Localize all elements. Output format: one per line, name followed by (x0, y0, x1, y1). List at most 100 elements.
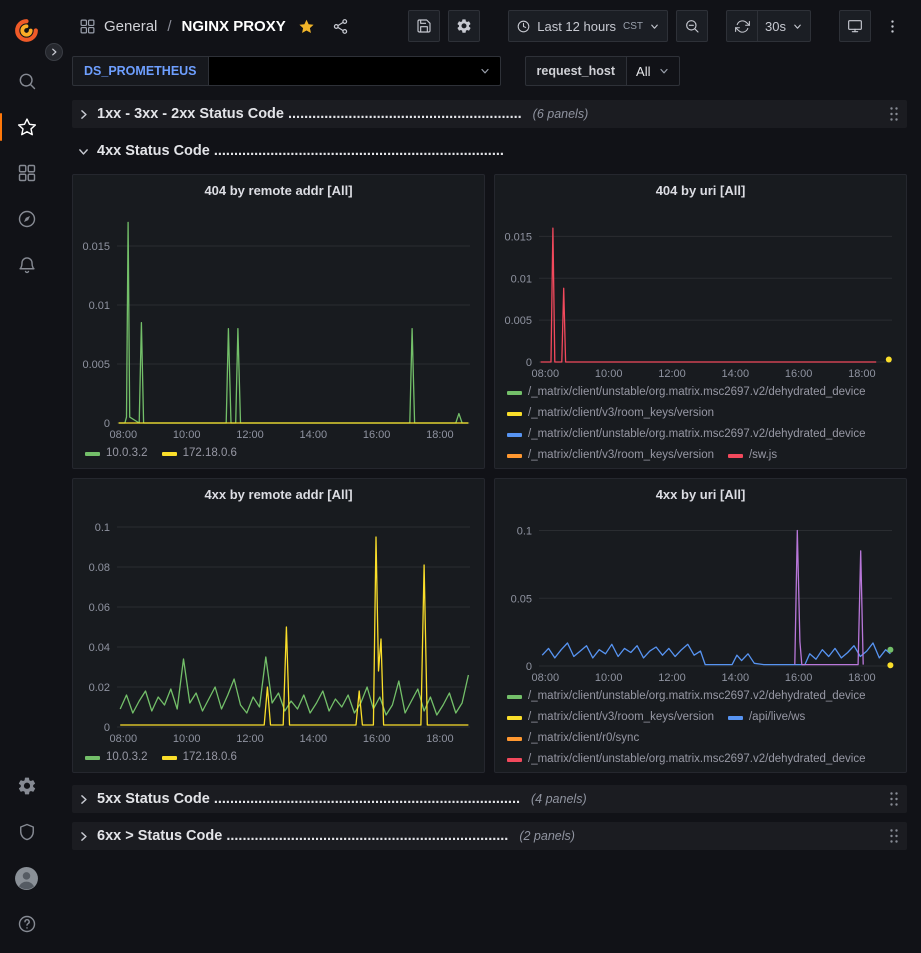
chevron-right-icon (77, 108, 90, 121)
sidebar-item-explore[interactable] (0, 196, 53, 242)
row-title: 1xx - 3xx - 2xx Status Code ............… (97, 106, 522, 122)
row-drag-handle[interactable] (889, 106, 899, 122)
panel-title[interactable]: 404 by remote addr [All] (73, 175, 484, 205)
sidebar-item-alerting[interactable] (0, 242, 53, 288)
legend-item[interactable]: /_matrix/client/v3/room_keys/version (507, 709, 714, 726)
legend-item[interactable]: 172.18.0.6 (162, 749, 237, 766)
sidebar-item-server-admin[interactable] (0, 809, 53, 855)
clock-icon (516, 19, 531, 34)
row-drag-handle[interactable] (889, 828, 899, 844)
legend-label: /_matrix/client/v3/room_keys/version (528, 405, 714, 422)
row-5xx-status-code[interactable]: 5xx Status Code ........................… (72, 785, 907, 813)
sidebar-item-configuration[interactable] (0, 763, 53, 809)
legend-label: /api/live/ws (749, 709, 805, 726)
svg-text:0.01: 0.01 (511, 273, 532, 285)
panel-title[interactable]: 4xx by remote addr [All] (73, 479, 484, 509)
save-dashboard-button[interactable] (408, 10, 440, 42)
legend-label: /_matrix/client/r0/sync (528, 730, 639, 747)
legend-label: /_matrix/client/unstable/org.matrix.msc2… (528, 751, 866, 768)
datasource-select[interactable] (209, 56, 501, 86)
legend-item[interactable]: 10.0.3.2 (85, 749, 148, 766)
svg-text:08:00: 08:00 (532, 368, 560, 380)
legend-item[interactable]: /_matrix/client/unstable/org.matrix.msc2… (507, 688, 866, 705)
grafana-logo-icon (13, 17, 40, 44)
chevron-down-icon (479, 65, 491, 77)
kebab-menu-icon (884, 18, 901, 35)
legend-item[interactable]: /sw.js (728, 447, 777, 464)
share-icon (332, 18, 349, 35)
svg-text:0.005: 0.005 (504, 315, 532, 327)
refresh-interval-label: 30s (765, 19, 786, 34)
svg-text:10:00: 10:00 (173, 733, 201, 745)
panel-chart[interactable]: 00.0050.010.01508:0010:0012:0014:0016:00… (495, 205, 906, 382)
search-icon (17, 71, 37, 91)
refresh-icon (735, 19, 750, 34)
request-host-select[interactable]: All (627, 56, 680, 86)
timeseries-plot: 00.0050.010.01508:0010:0012:0014:0016:00… (73, 205, 484, 443)
svg-text:14:00: 14:00 (722, 368, 750, 380)
cycle-view-button[interactable] (839, 10, 871, 42)
breadcrumb-folder[interactable]: General (104, 18, 157, 35)
row-4xx-status-code[interactable]: 4xx Status Code ........................… (72, 137, 907, 165)
legend-color-dash (507, 391, 522, 395)
legend-label: /_matrix/client/unstable/org.matrix.msc2… (528, 688, 866, 705)
share-button[interactable] (328, 10, 354, 42)
svg-text:18:00: 18:00 (426, 733, 454, 745)
legend-item[interactable]: 10.0.3.2 (85, 445, 148, 462)
breadcrumb-separator: / (165, 18, 173, 35)
refresh-button[interactable] (726, 10, 758, 42)
svg-text:16:00: 16:00 (785, 368, 813, 380)
svg-text:16:00: 16:00 (785, 672, 813, 684)
legend-item[interactable]: 172.18.0.6 (162, 445, 237, 462)
time-range-picker[interactable]: Last 12 hours CST (508, 10, 668, 42)
breadcrumb-title: NGINX PROXY (182, 18, 286, 35)
svg-text:0.015: 0.015 (504, 231, 532, 243)
time-range-label: Last 12 hours (537, 19, 616, 34)
sidebar-item-search[interactable] (0, 58, 53, 104)
kebab-menu-button[interactable] (879, 10, 905, 42)
legend-color-dash (85, 452, 100, 456)
panel-title[interactable]: 4xx by uri [All] (495, 479, 906, 509)
shield-icon (17, 822, 37, 842)
row-drag-handle[interactable] (889, 791, 899, 807)
svg-text:0.01: 0.01 (89, 300, 110, 312)
svg-text:16:00: 16:00 (363, 733, 391, 745)
zoom-out-button[interactable] (676, 10, 708, 42)
legend-label: /_matrix/client/unstable/org.matrix.msc2… (528, 426, 866, 443)
legend-item[interactable]: /_matrix/client/v3/room_keys/version (507, 447, 714, 464)
variable-datasource: DS_PROMETHEUS (72, 56, 501, 86)
legend-item[interactable]: /_matrix/client/r0/sync (507, 730, 639, 747)
compass-icon (17, 209, 37, 229)
request-host-selected-value: All (636, 64, 650, 79)
svg-text:08:00: 08:00 (532, 672, 560, 684)
refresh-interval-picker[interactable]: 30s (758, 10, 811, 42)
panel-chart[interactable]: 00.0050.010.01508:0010:0012:0014:0016:00… (73, 205, 484, 443)
sidebar-item-help[interactable] (0, 901, 53, 947)
sidebar-item-profile[interactable] (0, 855, 53, 901)
legend-item[interactable]: /_matrix/client/unstable/org.matrix.msc2… (507, 751, 866, 768)
row-1xx-3xx-2xx-status-code[interactable]: 1xx - 3xx - 2xx Status Code ............… (72, 100, 907, 128)
favorite-star-button[interactable] (294, 10, 320, 42)
svg-text:0.1: 0.1 (95, 522, 110, 534)
legend-item[interactable]: /_matrix/client/v3/room_keys/version (507, 405, 714, 422)
svg-text:10:00: 10:00 (595, 672, 623, 684)
svg-text:08:00: 08:00 (110, 733, 138, 745)
legend-color-dash (507, 433, 522, 437)
legend-item[interactable]: /_matrix/client/unstable/org.matrix.msc2… (507, 384, 866, 401)
topbar: General / NGINX PROXY (53, 0, 921, 52)
panel-chart[interactable]: 00.020.040.060.080.108:0010:0012:0014:00… (73, 509, 484, 747)
svg-text:14:00: 14:00 (300, 429, 328, 441)
legend-item[interactable]: /_matrix/client/unstable/org.matrix.msc2… (507, 426, 866, 443)
grafana-logo[interactable] (0, 10, 53, 50)
row-6xx-status-code[interactable]: 6xx > Status Code ......................… (72, 822, 907, 850)
dashboard-settings-button[interactable] (448, 10, 480, 42)
zoom-out-icon (684, 18, 700, 34)
legend-label: 172.18.0.6 (183, 749, 237, 766)
sidebar-expand-button[interactable] (45, 43, 63, 61)
user-avatar (14, 866, 39, 891)
panel-title[interactable]: 404 by uri [All] (495, 175, 906, 205)
legend-item[interactable]: /api/live/ws (728, 709, 805, 726)
panel-chart[interactable]: 00.050.108:0010:0012:0014:0016:0018:00 (495, 509, 906, 686)
sidebar-item-dashboards[interactable] (0, 150, 53, 196)
sidebar-item-starred[interactable] (0, 104, 53, 150)
